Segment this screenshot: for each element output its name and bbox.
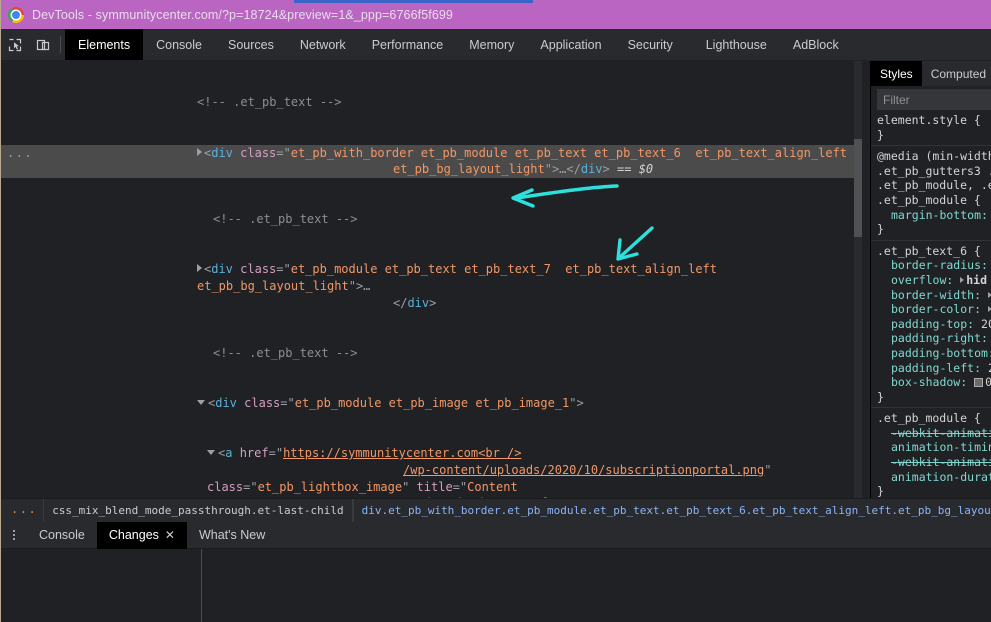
- drawer-content: [1, 549, 991, 622]
- css-prop-border-color[interactable]: border-color:: [877, 302, 981, 317]
- tab-console[interactable]: Console: [143, 29, 215, 60]
- color-swatch-icon[interactable]: [974, 378, 984, 388]
- styles-pane: Styles Computed element.style { } @media…: [870, 61, 991, 498]
- toolbar-divider: [60, 36, 61, 53]
- tab-sources[interactable]: Sources: [215, 29, 287, 60]
- css-prop-box-shadow[interactable]: box-shadow:: [877, 375, 967, 390]
- expand-triangle-icon[interactable]: [197, 147, 202, 156]
- styles-filter-input[interactable]: [877, 89, 991, 110]
- expand-triangle-icon[interactable]: [960, 276, 965, 283]
- dom-breadcrumb-bar: ... css_mix_blend_mode_passthrough.et-la…: [1, 498, 991, 522]
- dom-pane-scrollbar[interactable]: [854, 61, 862, 498]
- css-prop-margin-bottom[interactable]: margin-bottom:: [877, 208, 988, 223]
- dom-line-text-7[interactable]: <div class="et_pb_module et_pb_text et_p…: [1, 261, 862, 311]
- dom-pane-scrollbar-thumb[interactable]: [854, 139, 862, 237]
- more-options-icon[interactable]: [1, 530, 27, 540]
- css-prop-padding-bottom[interactable]: padding-bottom:: [877, 346, 991, 361]
- devtools-toolbar: Elements Console Sources Network Perform…: [1, 29, 991, 61]
- href-value-link[interactable]: https://symmunitycenter.com<br />: [283, 446, 521, 460]
- css-rule-et-pb-text-6[interactable]: .et_pb_text_6 { border-radius: overflow:…: [871, 241, 991, 409]
- tab-lighthouse[interactable]: Lighthouse: [686, 29, 780, 60]
- tab-adblock[interactable]: AdBlock: [780, 29, 852, 60]
- changes-file-list[interactable]: [1, 549, 202, 622]
- device-toolbar-icon[interactable]: [29, 29, 57, 60]
- tab-elements[interactable]: Elements: [65, 29, 144, 60]
- dom-line-comment[interactable]: <!-- .et_pb_text -->: [1, 211, 862, 228]
- css-prop-webkit-animation-1[interactable]: -webkit-animati: [877, 426, 991, 441]
- tab-network[interactable]: Network: [287, 29, 359, 60]
- css-prop-padding-right[interactable]: padding-right:: [877, 331, 988, 346]
- href-value-link-continued[interactable]: /wp-content/uploads/2020/10/subscription…: [403, 463, 764, 477]
- expand-triangle-icon[interactable]: [197, 264, 202, 273]
- css-rule-et-pb-module[interactable]: .et_pb_module { -webkit-animati animatio…: [871, 408, 991, 498]
- css-prop-padding-top[interactable]: padding-top:: [877, 317, 974, 332]
- css-prop-border-width[interactable]: border-width:: [877, 288, 981, 303]
- breadcrumb-item-parent[interactable]: css_mix_blend_mode_passthrough.et-last-c…: [43, 499, 353, 522]
- tab-performance[interactable]: Performance: [359, 29, 457, 60]
- chrome-logo-icon: [8, 6, 24, 23]
- css-prop-padding-left[interactable]: padding-left:: [877, 361, 981, 376]
- css-rule-et-pb-module-media[interactable]: @media (min-width: .et_pb_gutters3 .e .e…: [871, 146, 991, 241]
- css-prop-animation-duration[interactable]: animation-durat: [877, 470, 991, 485]
- tab-memory[interactable]: Memory: [456, 29, 527, 60]
- css-rule-element-style[interactable]: element.style { }: [871, 110, 991, 147]
- dom-line-comment[interactable]: <!-- .et_pb_text -->: [1, 345, 862, 362]
- breadcrumb-item-selected[interactable]: div.et_pb_with_border.et_pb_module.et_pb…: [352, 499, 991, 522]
- dom-line-image-1[interactable]: <div class="et_pb_module et_pb_image et_…: [1, 395, 862, 412]
- close-icon[interactable]: ✕: [165, 528, 175, 542]
- window-title: DevTools - symmunitycenter.com/?p=18724&…: [32, 7, 453, 22]
- breadcrumb-overflow-icon[interactable]: ...: [1, 502, 43, 520]
- drawer-tab-console[interactable]: Console: [27, 522, 97, 549]
- css-prop-webkit-animation-2[interactable]: -webkit-animati: [877, 455, 991, 470]
- dom-tree-pane[interactable]: <!-- .et_pb_text --> ... <div class="et_p…: [1, 61, 862, 498]
- styles-pane-tabs: Styles Computed: [871, 61, 991, 87]
- window-title-bar: DevTools - symmunitycenter.com/?p=18724&…: [1, 0, 991, 29]
- devtools-window: DevTools - symmunitycenter.com/?p=18724&…: [0, 0, 991, 622]
- inspect-element-icon[interactable]: [1, 29, 29, 60]
- dom-tree-code: <!-- .et_pb_text --> ... <div class="et_p…: [1, 61, 862, 498]
- dom-line-selected-text-6[interactable]: ... <div class="et_pb_with_border et_pb_m…: [1, 144, 862, 178]
- changes-diff-view[interactable]: [202, 549, 991, 622]
- dom-overflow-ellipsis[interactable]: ...: [7, 145, 32, 162]
- collapse-triangle-icon[interactable]: [197, 400, 205, 406]
- drawer-tab-whats-new[interactable]: What's New: [187, 522, 277, 549]
- tab-application[interactable]: Application: [527, 29, 614, 60]
- collapse-triangle-icon[interactable]: [207, 450, 215, 456]
- css-prop-overflow[interactable]: overflow:: [877, 273, 953, 288]
- tab-computed[interactable]: Computed: [922, 61, 991, 86]
- dom-line-anchor[interactable]: <a href="https://symmunitycenter.com<br …: [1, 445, 862, 498]
- css-prop-animation-timing[interactable]: animation-timin: [877, 440, 991, 455]
- drawer-tab-changes[interactable]: Changes ✕: [96, 521, 187, 549]
- dom-line-comment[interactable]: <!-- .et_pb_text -->: [1, 94, 862, 111]
- tab-security[interactable]: Security: [615, 29, 686, 60]
- drawer-tab-bar: Console Changes ✕ What's New: [1, 521, 991, 549]
- tab-styles[interactable]: Styles: [871, 61, 922, 86]
- page-load-progress-bar: [294, 0, 533, 3]
- css-prop-border-radius[interactable]: border-radius:: [877, 258, 988, 273]
